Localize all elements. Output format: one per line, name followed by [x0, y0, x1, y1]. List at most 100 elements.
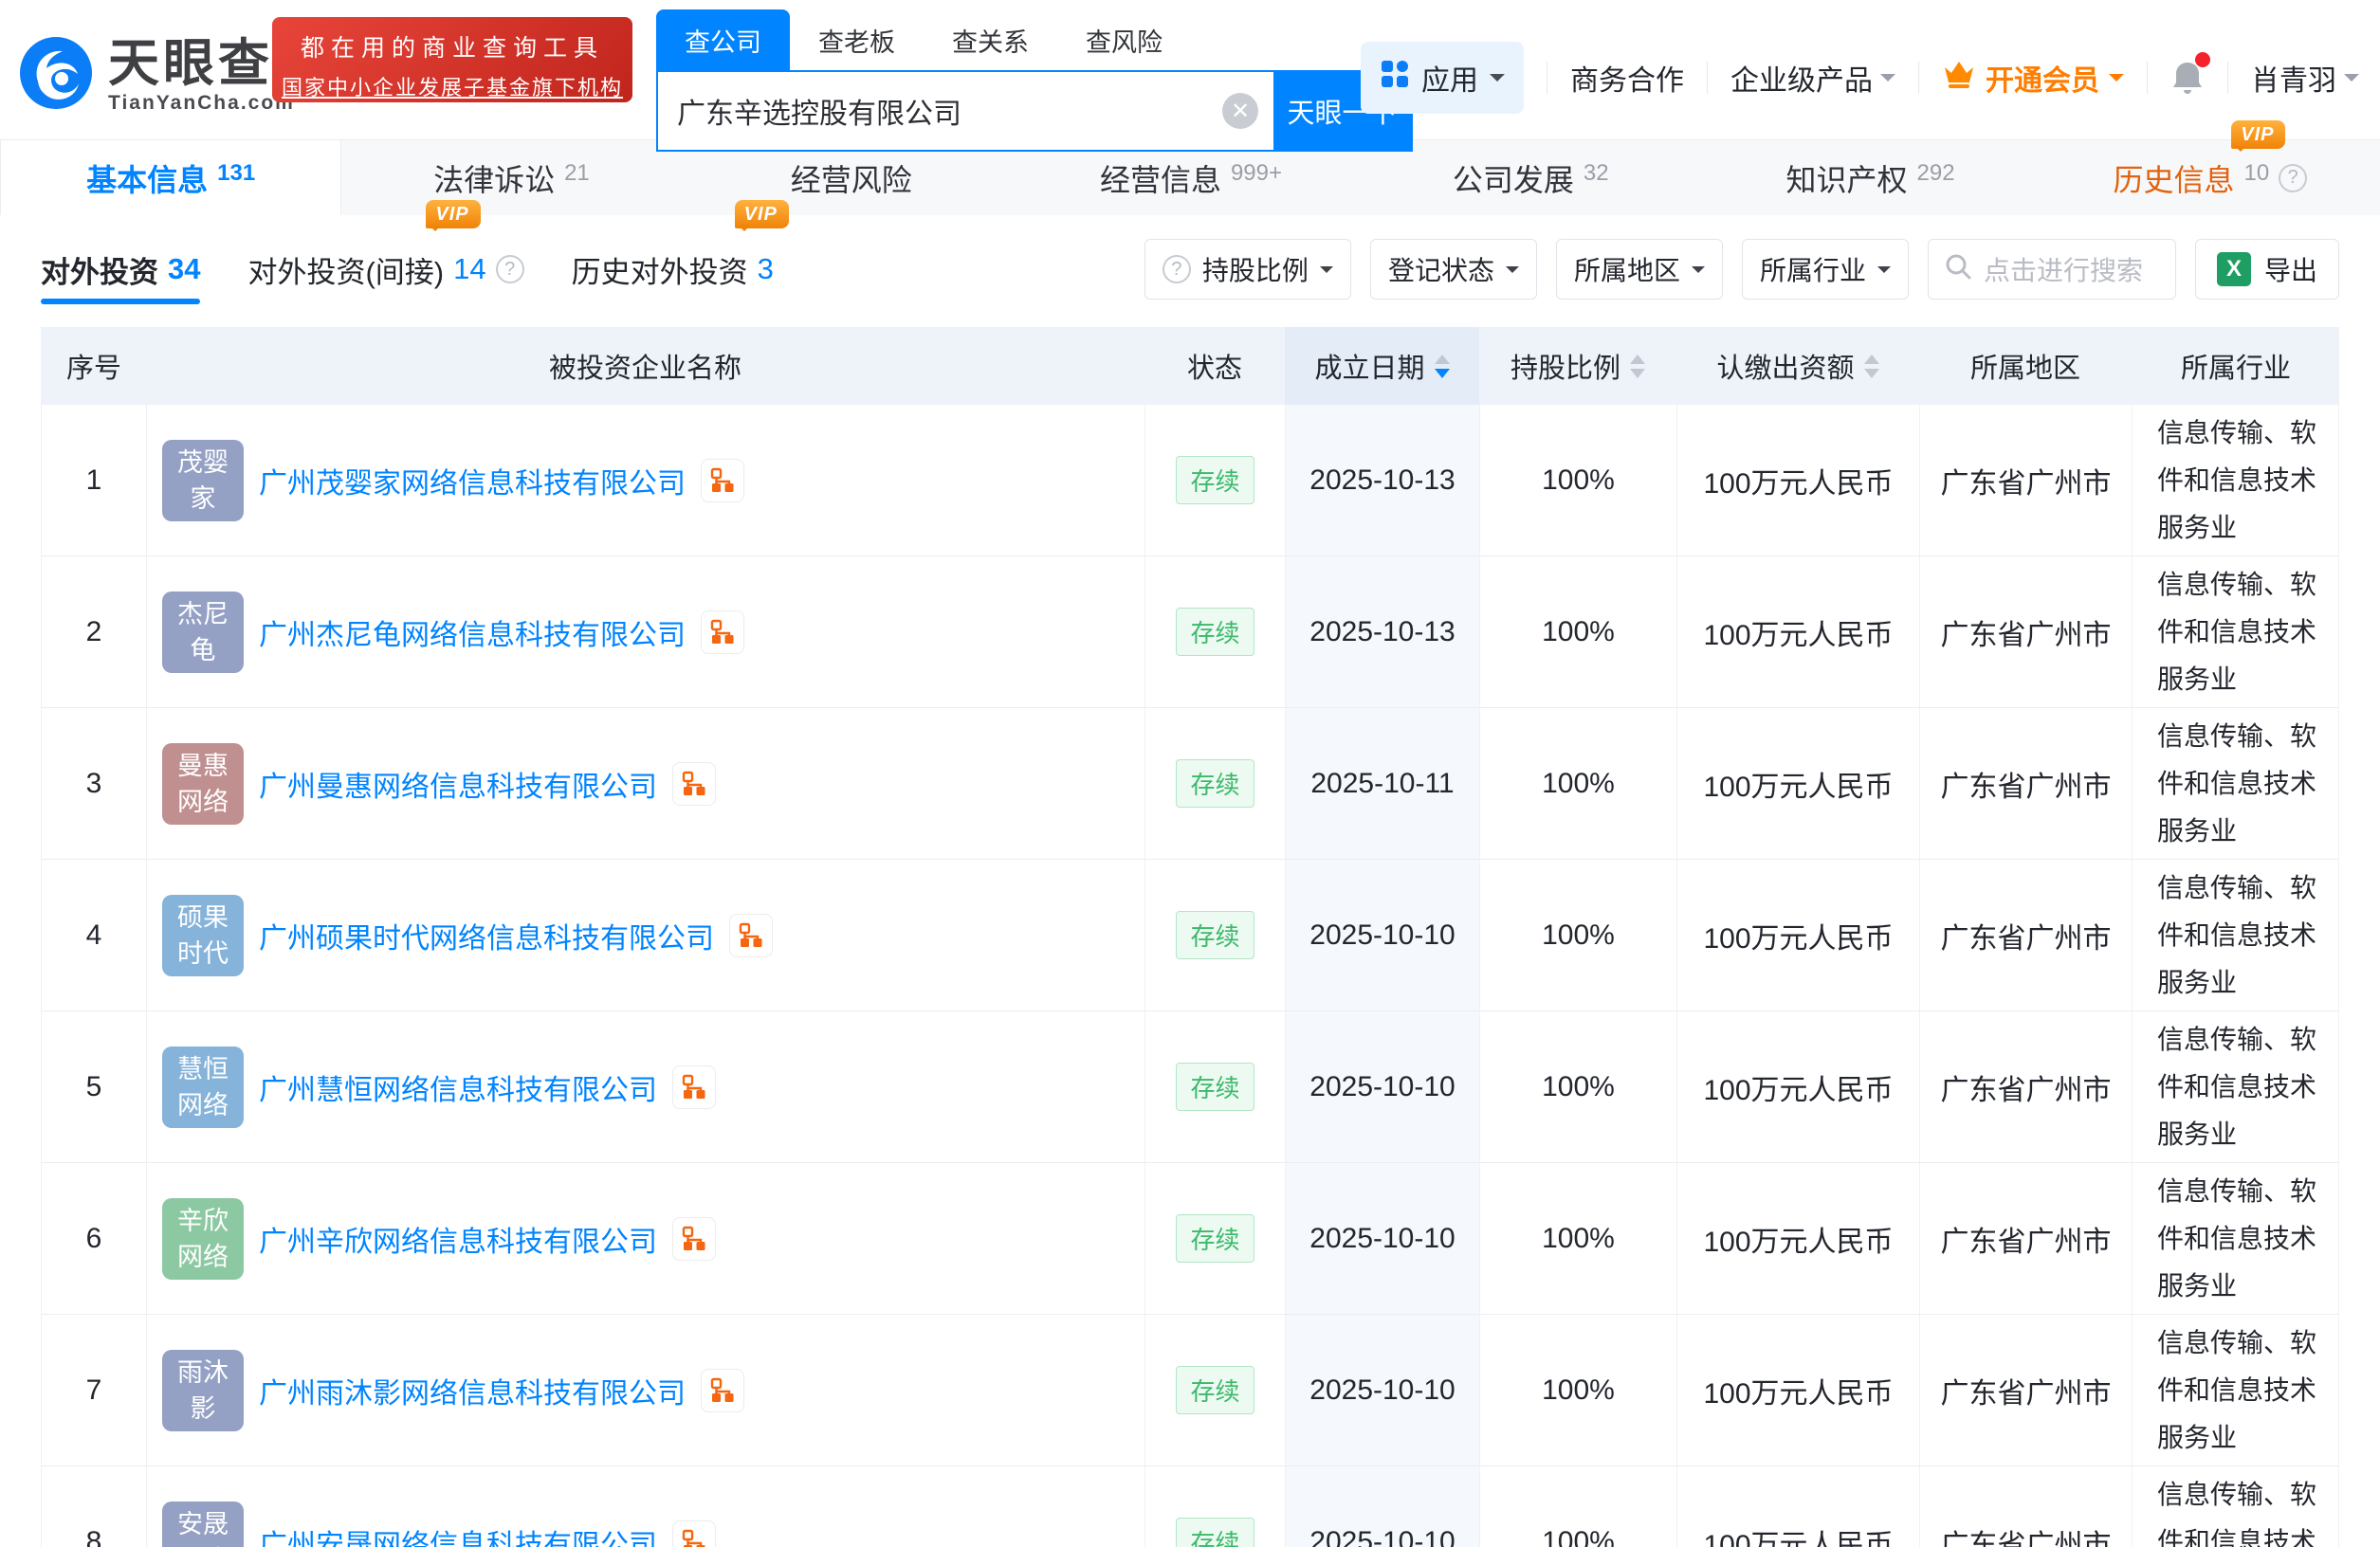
- equity-structure-icon[interactable]: [701, 1368, 744, 1412]
- search-tab-relation[interactable]: 查关系: [924, 9, 1057, 70]
- company-name-link[interactable]: 广州硕果时代网络信息科技有限公司: [259, 915, 714, 956]
- content: 对外投资 34 对外投资(间接) 14 ? VIP 历史对外投资 3 VIP ?: [0, 200, 2380, 1547]
- establish-date: 2025-10-13: [1285, 556, 1479, 707]
- filter-label: 登记状态: [1387, 256, 1494, 285]
- row-index: 3: [85, 767, 102, 799]
- company-name-link[interactable]: 广州安晟网络信息科技有限公司: [259, 1521, 657, 1547]
- tab-history-info[interactable]: 历史信息 VIP 10 ?: [2041, 119, 2380, 215]
- notification-bell-icon[interactable]: [2170, 52, 2210, 96]
- company-name-link[interactable]: 广州慧恒网络信息科技有限公司: [259, 1066, 657, 1108]
- region: 广东省广州市: [1919, 405, 2132, 555]
- notification-dot: [2195, 52, 2210, 67]
- promo-banner[interactable]: 都在用的商业查询工具 国家中小企业发展子基金旗下机构: [272, 17, 632, 102]
- holding-ratio: 100%: [1479, 1011, 1676, 1162]
- header-holding-ratio[interactable]: 持股比例: [1479, 327, 1676, 405]
- search-tab-boss[interactable]: 查老板: [790, 9, 924, 70]
- status-badge: 存续: [1176, 759, 1254, 808]
- status-badge: 存续: [1176, 456, 1254, 504]
- table-search-input[interactable]: 点击进行搜索: [1927, 239, 2176, 300]
- subscribed-capital: 100万元人民币: [1676, 556, 1919, 707]
- row-index: 4: [85, 919, 102, 951]
- company-name-link[interactable]: 广州辛欣网络信息科技有限公司: [259, 1218, 657, 1260]
- filter-registration-status[interactable]: 登记状态: [1369, 239, 1537, 300]
- search-icon: [1944, 252, 1972, 287]
- status-badge: 存续: [1176, 1366, 1254, 1414]
- tab-legal-litigation[interactable]: 法律诉讼 21: [341, 140, 681, 215]
- filter-region[interactable]: 所属地区: [1555, 239, 1723, 300]
- divider: [1707, 62, 1708, 94]
- subtab-outbound-investment[interactable]: 对外投资 34: [41, 236, 201, 304]
- header-region: 所属地区: [1969, 354, 2080, 384]
- vip-badge: VIP: [2231, 119, 2286, 152]
- table-row: 7 雨沐影 广州雨沐影网络信息科技有限公司 存续 2025-10-10 100%…: [42, 1315, 2338, 1466]
- row-index: 6: [85, 1222, 102, 1254]
- industry: 信息传输、软件和信息技术服务业: [2132, 556, 2340, 707]
- company-avatar: 曼惠网络: [162, 742, 244, 825]
- subtab-historical-investment[interactable]: 历史对外投资 3 VIP: [572, 200, 789, 302]
- row-index: 7: [85, 1374, 102, 1406]
- sort-control[interactable]: [1630, 354, 1645, 378]
- table-row: 5 慧恒网络 广州慧恒网络信息科技有限公司 存续 2025-10-10 100%…: [42, 1011, 2338, 1163]
- company-name-link[interactable]: 广州茂婴家网络信息科技有限公司: [259, 460, 686, 501]
- company-name-link[interactable]: 广州曼惠网络信息科技有限公司: [259, 763, 657, 805]
- tab-operating-info[interactable]: 经营信息 999+: [1021, 140, 1361, 215]
- user-menu[interactable]: 肖青羽: [2251, 57, 2359, 99]
- table-row: 6 辛欣网络 广州辛欣网络信息科技有限公司 存续 2025-10-10 100%…: [42, 1163, 2338, 1315]
- company-avatar: 慧恒网络: [162, 1046, 244, 1128]
- filter-label: 所属行业: [1759, 256, 1866, 285]
- tab-company-development[interactable]: 公司发展 32: [1361, 140, 1700, 215]
- status-badge: 存续: [1176, 911, 1254, 959]
- holding-ratio: 100%: [1479, 708, 1676, 859]
- company-avatar: 杰尼龟: [162, 591, 244, 673]
- nav-business-cooperation[interactable]: 商务合作: [1570, 57, 1684, 99]
- nav-enterprise-products[interactable]: 企业级产品: [1730, 57, 1895, 99]
- industry: 信息传输、软件和信息技术服务业: [2132, 860, 2340, 1010]
- help-icon[interactable]: ?: [2279, 163, 2308, 192]
- tab-intellectual-property[interactable]: 知识产权 292: [1700, 140, 2040, 215]
- company-avatar: 雨沐影: [162, 1349, 244, 1431]
- search-tab-company[interactable]: 查公司: [656, 9, 790, 70]
- row-index: 8: [85, 1525, 102, 1547]
- filter-label: 所属地区: [1573, 256, 1680, 285]
- sort-control[interactable]: [1434, 354, 1450, 378]
- table-row: 2 杰尼龟 广州杰尼龟网络信息科技有限公司 存续 2025-10-13 100%…: [42, 556, 2338, 708]
- vip-label: 开通会员: [1986, 65, 2099, 97]
- equity-structure-icon[interactable]: [672, 761, 716, 806]
- tianyancha-logo[interactable]: 天眼查 TianYanCha.com: [19, 36, 295, 115]
- clear-icon[interactable]: ✕: [1222, 93, 1258, 129]
- equity-structure-icon[interactable]: [701, 610, 744, 654]
- tab-operating-risk[interactable]: 经营风险: [682, 140, 1021, 215]
- filter-industry[interactable]: 所属行业: [1741, 239, 1909, 300]
- promo-line2[interactable]: 国家中小企业发展子基金旗下机构: [272, 71, 632, 101]
- status-badge: 存续: [1176, 608, 1254, 656]
- holding-ratio: 100%: [1479, 1466, 1676, 1547]
- company-name-link[interactable]: 广州杰尼龟网络信息科技有限公司: [259, 611, 686, 653]
- company-section-tabs: 基本信息 131 法律诉讼 21 经营风险 经营信息 999+ 公司发展 32 …: [0, 119, 2380, 215]
- help-icon[interactable]: ?: [495, 255, 524, 283]
- subscribed-capital: 100万元人民币: [1676, 1011, 1919, 1162]
- search-area: 查公司 查老板 查关系 查风险 ✕ 天眼一下: [656, 9, 1413, 152]
- search-input[interactable]: [658, 72, 1222, 150]
- filter-holding-ratio[interactable]: ? 持股比例: [1144, 239, 1351, 300]
- equity-structure-icon[interactable]: [672, 1065, 716, 1109]
- equity-structure-icon[interactable]: [672, 1520, 716, 1547]
- tab-basic-info[interactable]: 基本信息 131: [0, 140, 342, 215]
- subtab-indirect-investment[interactable]: 对外投资(间接) 14 ? VIP: [247, 200, 524, 302]
- region: 广东省广州市: [1919, 556, 2132, 707]
- company-name-link[interactable]: 广州雨沐影网络信息科技有限公司: [259, 1370, 686, 1411]
- search-tab-risk[interactable]: 查风险: [1057, 9, 1191, 70]
- header-establish-date[interactable]: 成立日期: [1285, 327, 1479, 405]
- header-subscribed-capital[interactable]: 认缴出资额: [1676, 327, 1919, 405]
- sort-control[interactable]: [1863, 354, 1879, 378]
- equity-structure-icon[interactable]: [729, 913, 773, 957]
- open-vip-button[interactable]: 开通会员: [1942, 57, 2124, 99]
- chevron-down-icon: [1490, 74, 1505, 89]
- subtab-label: 对外投资(间接): [247, 255, 445, 289]
- subtab-label: 对外投资: [41, 255, 158, 289]
- equity-structure-icon[interactable]: [701, 458, 744, 502]
- divider: [2227, 62, 2228, 94]
- equity-structure-icon[interactable]: [672, 1216, 716, 1261]
- apps-button[interactable]: 应用: [1361, 42, 1524, 114]
- holding-ratio: 100%: [1479, 405, 1676, 555]
- export-button[interactable]: X 导出: [2194, 239, 2339, 300]
